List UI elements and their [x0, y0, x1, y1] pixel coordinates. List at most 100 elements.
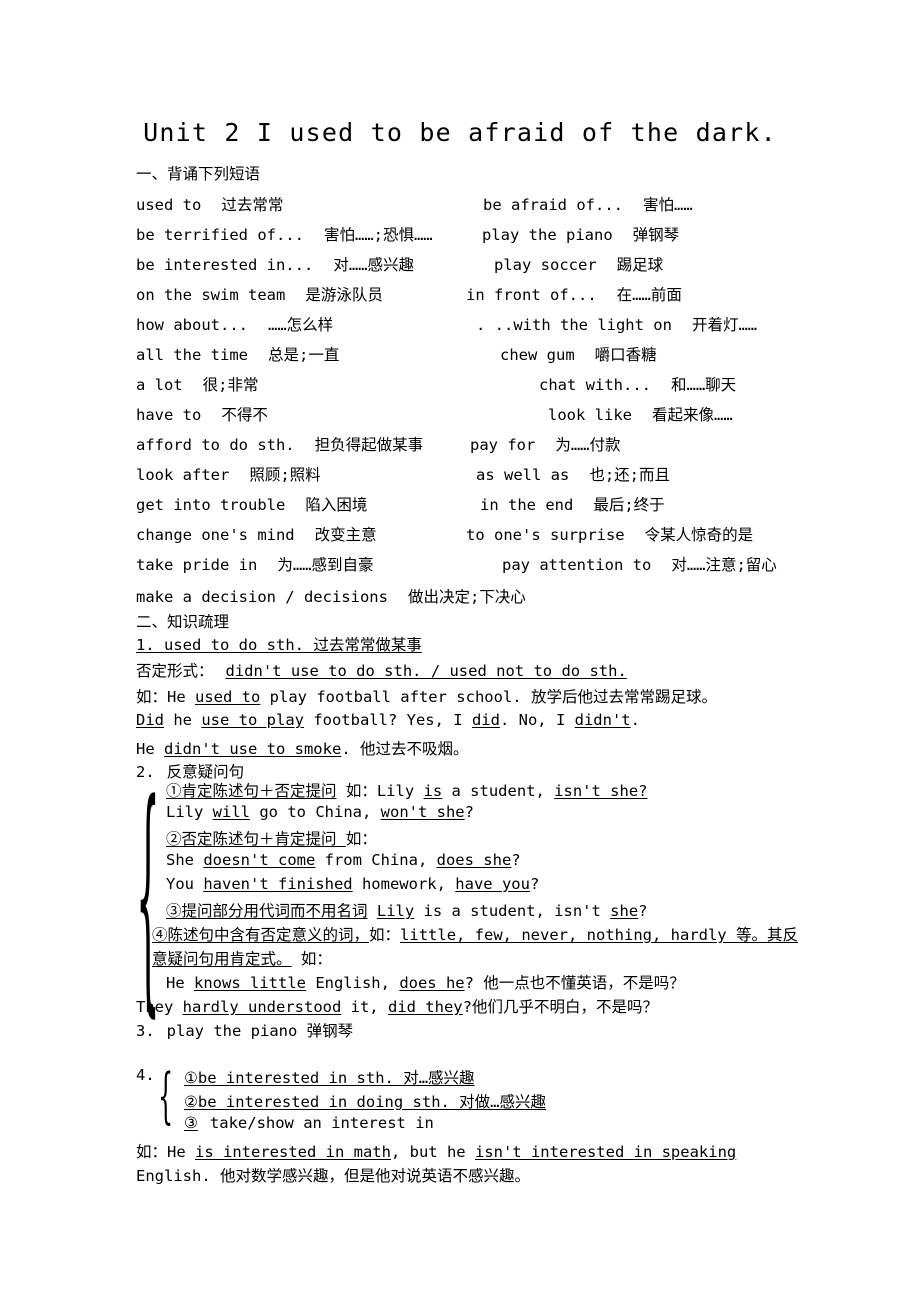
vocab-right-meaning: 也;还;而且	[589, 466, 670, 484]
item2-example1-line: He knows little English, does he? 他一点也不懂…	[166, 971, 685, 993]
vocab-right-term: to one's surprise	[466, 526, 625, 544]
vocab-right-entry: be afraid of... 害怕……	[483, 193, 693, 215]
vocab-right-meaning: 在……前面	[616, 286, 682, 304]
item2-point2-suffix: 如：	[345, 830, 377, 848]
vocab-left-entry: look after 照顾;照料	[136, 463, 321, 485]
page-title: Unit 2 I used to be afraid of the dark.	[143, 118, 777, 147]
item2-point3-plain2: is a student, isn't	[414, 902, 611, 920]
vocab-left-term: be terrified of...	[136, 226, 304, 244]
vocab-left-meaning: 为……感到自豪	[277, 556, 374, 574]
item1-neg-suffix: . 他过去不吸烟。	[341, 740, 469, 758]
vocab-right-term: pay attention to	[502, 556, 652, 574]
vocab-right-meaning: 和……聊天	[670, 376, 737, 394]
section-two-heading: 二、知识疏理	[136, 613, 230, 631]
vocab-right-entry: play the piano 弹钢琴	[482, 223, 679, 245]
item2-point4-line2-b: 如：	[291, 950, 332, 968]
vocab-right-term: . ..with the light on	[476, 316, 672, 334]
item2-point2b-plain3: ?	[529, 875, 540, 893]
vocab-left-term: afford to do sth.	[136, 436, 295, 454]
item2-point1-u2: isn't she?	[554, 782, 648, 800]
item2-point1b-u1: will	[212, 803, 250, 821]
item1-question-line: Did he use to play football? Yes, I did.…	[136, 711, 640, 729]
item2-point2b-u1: haven't finished	[203, 875, 353, 893]
item3-text: play the piano 弹钢琴	[166, 1022, 354, 1040]
item4-ex-prefix: 如：He	[136, 1143, 195, 1161]
vocab-row: be interested in... 对……感兴趣 play soccer 踢足球	[136, 253, 896, 283]
item2-ex1-u2: does he	[399, 974, 465, 992]
item1-negative-example-line: He didn't use to smoke. 他过去不吸烟。	[136, 737, 468, 759]
vocab-right-entry: in the end 最后;终于	[480, 493, 665, 515]
item1-neg-underline: didn't use to smoke	[164, 740, 342, 758]
item4-sub3-number: ③	[184, 1114, 198, 1132]
vocab-right-entry: look like 看起来像……	[548, 403, 733, 425]
vocab-right-term: be afraid of...	[483, 196, 623, 214]
vocab-left-meaning: 照顾;照料	[249, 466, 321, 484]
vocab-left-term: all the time	[136, 346, 248, 364]
document-page: Unit 2 I used to be afraid of the dark. …	[0, 0, 920, 1302]
item2-point2a-plain2: from China,	[315, 851, 437, 869]
item2-point1b-plain3: ?	[464, 803, 474, 821]
item2-point1b-u2: won't she	[380, 803, 465, 821]
vocab-right-meaning: 害怕……	[642, 196, 693, 214]
item4-example-line2: English. 他对数学感兴趣，但是他对说英语不感兴趣。	[136, 1167, 530, 1185]
vocab-row: how about... ……怎么样 . ..with the light on 开着…	[136, 313, 896, 343]
item2-point4-line2-a: 意疑问句用肯定式。	[152, 950, 292, 968]
item1-rule: used to do sth. 过去常常做某事	[164, 636, 422, 654]
item2-point2b-plain2: homework,	[352, 875, 456, 893]
item2-point4-text-a: ④陈述句中含有否定意义的词，	[152, 926, 370, 944]
vocab-left-entry: used to 过去常常	[136, 193, 283, 215]
vocab-right-meaning: 令某人惊奇的是	[644, 526, 754, 544]
section-one-heading: 一、背诵下列短语	[136, 165, 261, 183]
vocab-left-term: change one's mind	[136, 526, 295, 544]
item2-point3-plain3: ?	[638, 902, 648, 920]
vocab-right-term: as well as	[476, 466, 570, 484]
vocab-left-entry: change one's mind 改变主意	[136, 523, 377, 545]
vocab-right-meaning: 踢足球	[616, 256, 664, 274]
item2-point2-line: ②否定陈述句＋肯定提问 如：	[166, 827, 377, 849]
vocab-right-entry: in front of... 在……前面	[466, 283, 682, 305]
vocab-row: look after 照顾;照料 as well as 也;还;而且	[136, 463, 896, 493]
item4-sub1-line: ①be interested in sth. 对…感兴趣	[184, 1066, 475, 1088]
vocab-right-entry: pay for 为……付款	[470, 433, 621, 455]
item2-ex2-plain2: it,	[341, 998, 388, 1016]
vocab-last-meaning: 做出决定;下决心	[407, 588, 526, 606]
item2-point2a-u2: does she	[436, 851, 512, 869]
item2-point2b-line: You haven't finished homework, have you?	[166, 875, 539, 893]
item1-q-mid1: he	[164, 711, 202, 729]
vocab-left-entry: afford to do sth. 担负得起做某事	[136, 433, 423, 455]
vocab-left-entry: be interested in... 对……感兴趣	[136, 253, 414, 275]
vocab-left-term: how about...	[136, 316, 248, 334]
vocab-last-term: make a decision / decisions	[136, 588, 388, 606]
item2-ex2-u1: hardly understood	[182, 998, 342, 1016]
vocab-left-meaning: 不得不	[221, 406, 268, 424]
vocab-left-meaning: ……怎么样	[267, 316, 334, 334]
vocab-left-meaning: 陷入困境	[305, 496, 368, 514]
item1-q-didnt: didn't	[574, 711, 631, 729]
vocab-left-entry: take pride in 为……感到自豪	[136, 553, 374, 575]
vocab-left-term: a lot	[136, 376, 183, 394]
vocab-row: afford to do sth. 担负得起做某事 pay for 为……付款	[136, 433, 896, 463]
vocab-left-term: take pride in	[136, 556, 258, 574]
tag-question-brace: {	[136, 755, 160, 1042]
vocab-left-entry: how about... ……怎么样	[136, 313, 333, 335]
vocab-row: take pride in 为……感到自豪 pay attention to 对……注…	[136, 553, 896, 583]
item2-point4-line1: ④陈述句中含有否定意义的词，如：little, few, never, noth…	[152, 923, 798, 945]
item4-number-line: 4.	[136, 1066, 155, 1084]
vocab-row: on the swim team 是游泳队员 in front of... 在……前面	[136, 283, 896, 313]
item2-ex2-u2: did they	[387, 998, 463, 1016]
vocab-left-meaning: 过去常常	[221, 196, 284, 214]
item2-point1-label: ①肯定陈述句＋否定提问	[166, 782, 337, 800]
item1-example-rest: play football after school. 放学后他过去常常踢足球。	[260, 688, 717, 706]
item3-line: 3. play the piano 弹钢琴	[136, 1019, 353, 1041]
vocab-left-meaning: 担负得起做某事	[314, 436, 424, 454]
item1-q-did: Did	[136, 711, 164, 729]
vocab-left-meaning: 害怕……;恐惧……	[323, 226, 433, 244]
vocab-right-entry: pay attention to 对……注意;留心	[502, 553, 777, 575]
item2-point4-line2: 意疑问句用肯定式。 如：	[152, 947, 332, 969]
vocab-left-term: on the swim team	[136, 286, 286, 304]
vocab-left-term: be interested in...	[136, 256, 314, 274]
item2-point3-label: ③提问部分用代词而不用名词	[166, 902, 368, 920]
item1-example-underline: used to	[195, 688, 261, 706]
vocab-right-entry: to one's surprise 令某人惊奇的是	[466, 523, 753, 545]
item2-point1-plain1: 如：Lily	[336, 782, 424, 800]
